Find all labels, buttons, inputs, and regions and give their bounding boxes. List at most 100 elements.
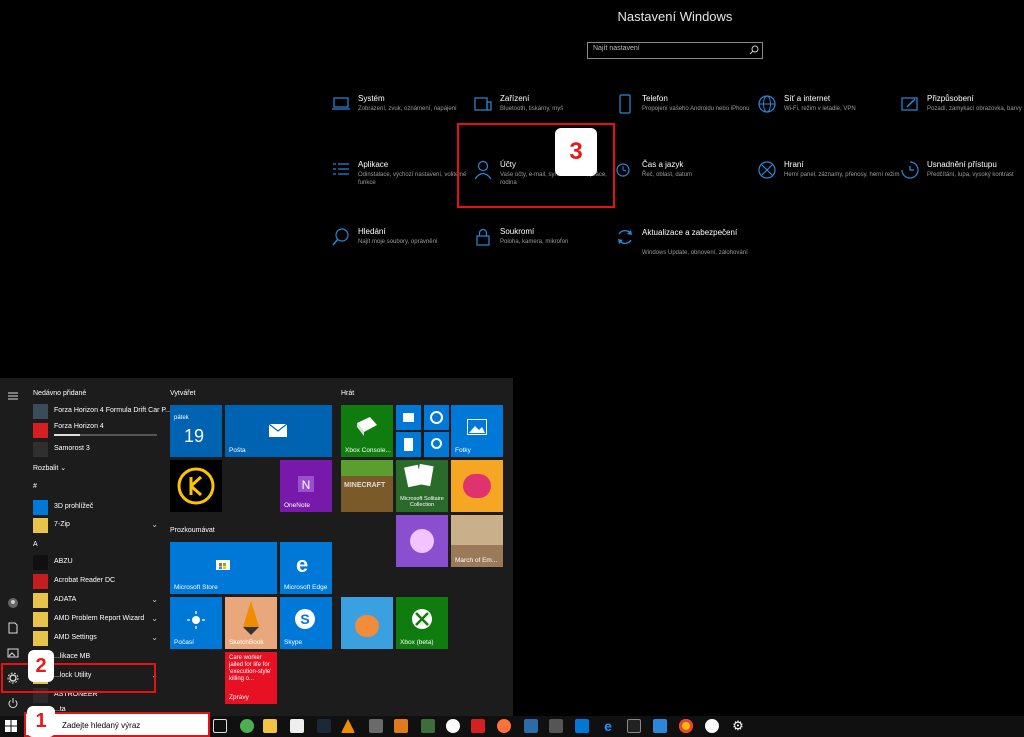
app-icon[interactable] [627,719,641,733]
pictures-icon[interactable] [7,647,19,659]
task-view-icon[interactable] [213,719,227,733]
tile-candy-crush[interactable] [451,460,503,512]
chevron-down-icon: ⌄ [151,614,158,623]
power-icon[interactable] [7,697,19,709]
tile-minecraft[interactable]: MINECRAFT [341,460,393,512]
settings-gear-icon[interactable]: ⚙ [731,719,745,733]
xbox-icon [758,161,776,179]
app-icon[interactable] [575,719,589,733]
globe-icon [758,95,776,113]
app-icon[interactable] [471,719,485,733]
group-header-a[interactable]: A [33,541,38,548]
windows-start-icon[interactable] [5,720,17,732]
search-icon [749,45,759,55]
app-icon[interactable] [549,719,563,733]
tile-xbox-console[interactable]: Xbox Console... [341,405,393,457]
list-item[interactable]: AMD Settings ⌄ [33,630,158,647]
app-icon[interactable] [653,719,667,733]
hamburger-menu-icon[interactable] [7,390,19,402]
tile-super-lucky[interactable] [341,597,393,649]
settings-search-input[interactable]: Najít nastavení [587,42,763,59]
tile-march-of-empires[interactable]: March of Em... [451,515,503,567]
group-header-hash[interactable]: # [33,483,37,490]
svg-text:N: N [302,478,311,492]
onenote-icon: N [298,476,314,492]
forza-icon [33,423,48,438]
tile-onenote[interactable]: N OneNote [280,460,332,512]
category-desc: Zobrazení, zvuk, oznámení, napájení [358,106,457,112]
category-desc: Řeč, oblast, datum [642,172,693,178]
apps-list-icon [333,163,349,175]
witch-icon [410,529,434,553]
chevron-down-icon: ⌄ [151,520,158,529]
xbox-icon[interactable] [705,719,719,733]
tile-xbox[interactable]: Xbox (beta) [396,597,448,649]
list-item[interactable]: Forza Horizon 4 [33,422,158,439]
category-desc: Předčítání, lupa, vysoký kontrast [927,172,1014,178]
tile-calculator[interactable] [396,432,421,457]
xbox-icon [412,609,432,629]
tile-store[interactable]: Microsoft Store [170,542,277,594]
install-progress-bar [54,434,157,436]
expand-button[interactable]: Rozbalit ⌄ [33,464,66,472]
photo-icon [467,419,487,435]
settings-title: Nastavení Windows [617,9,733,24]
file-explorer-icon[interactable] [263,719,277,733]
chrome-icon[interactable] [679,719,693,733]
edge-icon[interactable]: e [601,719,615,733]
console-icon [357,417,377,436]
tile-bubble-witch[interactable] [396,515,448,567]
list-item[interactable]: AMD Problem Report Wizard ⌄ [33,611,158,628]
list-item[interactable]: ADATA ⌄ [33,592,158,609]
document-icon[interactable] [7,622,19,634]
category-title: Aplikace [358,160,389,169]
app-icon[interactable] [421,719,435,733]
tile-movies[interactable] [396,405,421,430]
tile-keeper[interactable] [170,460,222,512]
clock-language-icon [616,163,630,177]
category-title: Zařízení [500,94,530,103]
category-title: Soukromí [500,227,535,236]
tile-edge[interactable]: e Microsoft Edge [280,542,332,594]
tile-solitaire[interactable]: Microsoft Solitaire Collection [396,460,448,512]
folder-icon [33,631,48,646]
list-item[interactable]: ABZU [33,554,158,571]
firefox-icon[interactable] [497,719,511,733]
category-title: Čas a jazyk [642,160,684,169]
phone-icon [619,94,631,114]
samorost-icon [33,442,48,457]
list-item[interactable]: Samorost 3 [33,441,158,458]
category-title: Hraní [784,160,804,169]
tile-sketchbook[interactable]: SketchBook [225,597,277,649]
tool-icon[interactable] [369,719,383,733]
category-desc: Herní panel, záznamy, přenosy, herní rež… [784,172,900,178]
xbox-app-icon[interactable] [240,719,254,733]
tile-mail[interactable]: Pošta [225,405,332,457]
list-item[interactable]: 7-Zip ⌄ [33,517,158,534]
list-item[interactable]: Forza Horizon 4 Formula Drift Car P... [33,403,171,420]
step-badge-1: 1 [27,706,55,737]
chevron-down-icon: ⌄ [151,633,158,642]
tile-news[interactable]: Care worker jailed for life for 'executi… [225,652,277,704]
list-item[interactable]: Acrobat Reader DC [33,573,158,590]
mail-app-icon[interactable] [290,719,304,733]
tile-photos[interactable]: Fotky [451,405,503,457]
list-item[interactable]: 3D prohlížeč [33,499,158,516]
game-app-icon[interactable] [394,719,408,733]
app-icon[interactable] [524,719,538,733]
tile-groove[interactable] [424,405,449,430]
tile-calendar[interactable]: pátek 19 [170,405,222,457]
accessibility-icon [901,161,919,179]
tile-weather[interactable]: Počasí [170,597,222,649]
tile-camera[interactable] [424,432,449,457]
chevron-down-icon: ⌄ [60,465,67,472]
steam-icon[interactable] [317,719,331,733]
user-account-icon[interactable] [7,597,19,609]
clock-app-icon[interactable] [446,719,460,733]
category-title: Aktualizace a zabezpečení [642,228,738,237]
tile-skype[interactable]: S Skype [280,597,332,649]
folder-icon [33,593,48,608]
section-create: Vytvářet [170,390,196,397]
category-title: Přizpůsobení [927,94,974,103]
pencil-icon [243,601,259,635]
